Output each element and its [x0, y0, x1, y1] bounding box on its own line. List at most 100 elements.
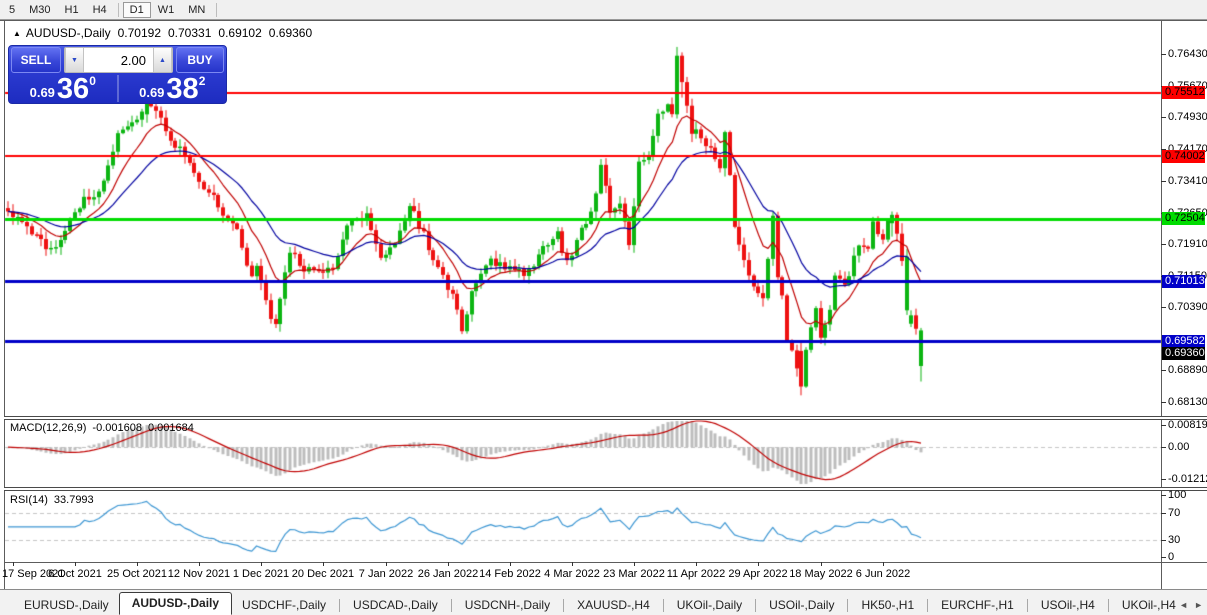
chart-tab-usoil-daily[interactable]: USOil-,Daily [759, 596, 844, 615]
tab-separator [847, 599, 849, 612]
rsi-tick-label: 30 [1168, 534, 1181, 546]
tab-separator [662, 599, 664, 612]
chart-title: ▲ AUDUSD-,Daily 0.70192 0.70331 0.69102 … [13, 26, 319, 40]
date-tick-label: 6 Jun 2022 [855, 568, 911, 580]
rsi-name: RSI(14) [10, 494, 48, 506]
tab-separator [1107, 599, 1109, 612]
buy-price-base: 0.69 [139, 85, 165, 100]
rsi-tick-mark [1161, 540, 1166, 541]
price-tick-mark [1161, 370, 1166, 371]
chart-tab-eurchf-h1[interactable]: EURCHF-,H1 [931, 596, 1024, 615]
tab-scroll-left-icon[interactable]: ◄ [1179, 600, 1188, 610]
chart-tab-usdcnh-daily[interactable]: USDCNH-,Daily [455, 596, 560, 615]
chart-left-border [4, 21, 5, 589]
symbol-arrow-icon: ▲ [13, 28, 21, 38]
date-tick-mark [323, 562, 324, 566]
date-tick-mark [696, 562, 697, 566]
date-tick-mark [572, 562, 573, 566]
macd-value: -0.001608 [92, 422, 142, 434]
date-tick-mark [821, 562, 822, 566]
price-level-label: 0.71013 [1162, 275, 1205, 288]
chart-tab-hk50-h1[interactable]: HK50-,H1 [851, 596, 924, 615]
price-tick-label: 0.74930 [1168, 111, 1207, 123]
sell-price-display[interactable]: 0.69 36 0 [9, 72, 117, 105]
chart-tab-audusd-daily[interactable]: AUDUSD-,Daily [118, 592, 233, 615]
tab-separator [563, 599, 565, 612]
macd-tick-mark [1161, 447, 1166, 448]
date-tick-mark [758, 562, 759, 566]
price-tick-mark [1161, 117, 1166, 118]
rsi-value: 33.7993 [53, 494, 94, 506]
date-tick-mark [137, 562, 138, 566]
ohlc-high: 0.70331 [168, 26, 212, 40]
macd-tick-mark [1161, 425, 1166, 426]
trading-terminal: 5M30H1H4D1W1MN ▲ AUDUSD-,Daily 0.70192 0… [0, 0, 1207, 615]
rsi-tick-mark [1161, 557, 1166, 558]
macd-tick-label: 0.008197 [1168, 419, 1207, 431]
rsi-tick-label: 0 [1168, 551, 1175, 563]
price-tick-label: 0.70390 [1168, 301, 1207, 313]
price-level-label: 0.75512 [1162, 86, 1205, 99]
one-click-trading-panel: SELL ▼ 2.00 ▲ BUY 0.69 36 0 0.69 38 2 [8, 45, 227, 104]
date-tick-mark [634, 562, 635, 566]
chart-tab-usoil-h4[interactable]: USOil-,H4 [1031, 596, 1105, 615]
lot-size-spinner: ▼ 2.00 ▲ [64, 47, 173, 73]
macd-name: MACD(12,26,9) [10, 422, 87, 434]
tab-scroll-right-icon[interactable]: ► [1194, 600, 1203, 610]
sell-button[interactable]: SELL [11, 47, 61, 73]
chart-tab-xauusd-h4[interactable]: XAUUSD-,H4 [567, 596, 660, 615]
macd-splitter[interactable] [4, 416, 1207, 420]
sell-price-sup: 0 [89, 73, 96, 88]
chart-tab-bar: EURUSD-,Daily AUDUSD-,Daily USDCHF-,Daily U… [0, 589, 1207, 615]
buy-button[interactable]: BUY [176, 47, 224, 73]
macd-tick-label: -0.01212 [1168, 473, 1207, 485]
symbol-name: AUDUSD-,Daily [25, 26, 111, 40]
price-tick-mark [1161, 402, 1166, 403]
macd-tick-mark [1161, 479, 1166, 480]
price-tick-mark [1161, 181, 1166, 182]
price-tick-label: 0.76430 [1168, 48, 1207, 60]
toolbar-divider [0, 20, 1207, 21]
rsi-tick-label: 70 [1168, 507, 1181, 519]
date-tick-mark [883, 562, 884, 566]
price-level-label: 0.72504 [1162, 212, 1205, 225]
date-axis-border [4, 562, 1207, 563]
price-level-label: 0.74002 [1162, 150, 1205, 163]
tab-separator [927, 599, 929, 612]
chart-tab-usdcad-daily[interactable]: USDCAD-,Daily [343, 596, 448, 615]
date-tick-mark [510, 562, 511, 566]
chart-tab-ukoil-h4[interactable]: UKOil-,H4 [1112, 596, 1186, 615]
lot-increase-button[interactable]: ▲ [153, 48, 172, 72]
current-price-label: 0.69360 [1162, 347, 1205, 360]
price-tick-mark [1161, 54, 1166, 55]
ohlc-low: 0.69102 [218, 26, 262, 40]
tab-separator [755, 599, 757, 612]
rsi-tick-mark [1161, 513, 1166, 514]
lot-size-input[interactable]: 2.00 [84, 48, 153, 72]
rsi-label: RSI(14) 33.7993 [10, 494, 100, 506]
ohlc-open: 0.70192 [117, 26, 161, 40]
price-axis-divider [1161, 21, 1162, 589]
chart-tab-usdchf-daily[interactable]: USDCHF-,Daily [232, 596, 336, 615]
rsi-tick-mark [1161, 495, 1166, 496]
chart-tab-ukoil-daily[interactable]: UKOil-,Daily [667, 596, 752, 615]
sell-price-big: 36 [56, 72, 90, 105]
price-tick-label: 0.73410 [1168, 175, 1207, 187]
lot-decrease-button[interactable]: ▼ [65, 48, 84, 72]
macd-tick-label: 0.00 [1168, 441, 1190, 453]
buy-price-display[interactable]: 0.69 38 2 [119, 72, 227, 105]
date-tick-mark [448, 562, 449, 566]
date-tick-mark [386, 562, 387, 566]
tab-separator [450, 599, 452, 612]
tab-separator [1026, 599, 1028, 612]
price-tick-label: 0.68890 [1168, 364, 1207, 376]
rsi-tick-label: 100 [1168, 489, 1187, 501]
price-tick-label: 0.68130 [1168, 396, 1207, 408]
date-tick-mark [199, 562, 200, 566]
rsi-splitter[interactable] [4, 487, 1207, 491]
date-tick-mark [261, 562, 262, 566]
buy-price-big: 38 [166, 72, 199, 105]
tab-scroll-buttons: ◄ ► [1179, 600, 1203, 610]
chart-tab-eurusd-daily[interactable]: EURUSD-,Daily [14, 596, 119, 615]
date-tick-mark [13, 562, 14, 566]
